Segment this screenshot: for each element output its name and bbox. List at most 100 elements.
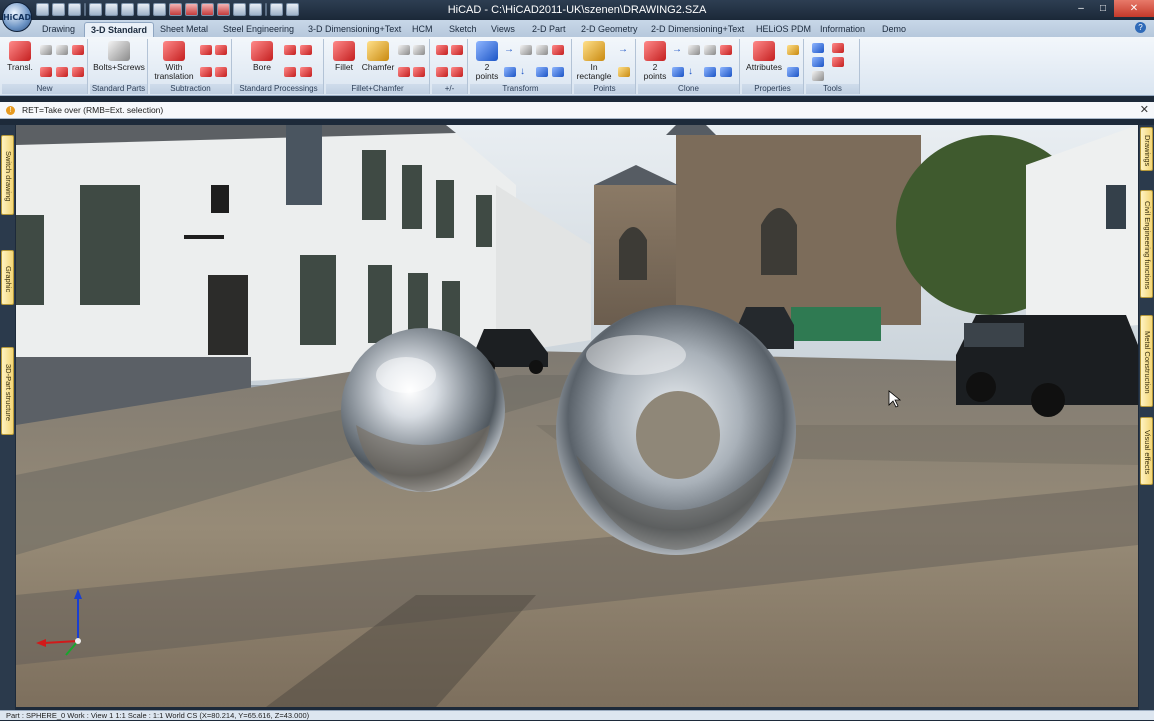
intersect-icon[interactable] <box>215 45 227 55</box>
align-icon[interactable] <box>536 67 548 77</box>
subtract-icon[interactable] <box>200 45 212 55</box>
tab-2d-dimensioning-text[interactable]: 2-D Dimensioning+Text <box>651 22 744 37</box>
dock-tab-graphic[interactable]: Graphic <box>1 250 14 305</box>
face-icon[interactable] <box>413 45 425 55</box>
move-icon <box>476 41 498 61</box>
difference-icon[interactable] <box>451 67 463 77</box>
tools-check-icon[interactable] <box>832 43 844 53</box>
groove-icon[interactable] <box>284 67 296 77</box>
tab-information[interactable]: Information <box>820 22 865 37</box>
chamfer-button[interactable]: Chamfer <box>360 41 396 72</box>
tab-sketch[interactable]: Sketch <box>449 22 477 37</box>
chrome-torus[interactable] <box>556 305 796 555</box>
group-label-plus-minus: +/- <box>432 84 467 94</box>
tab-helios-pdm[interactable]: HELiOS PDM <box>756 22 811 37</box>
bolts-screws-button[interactable]: Bolts+Screws <box>92 41 146 72</box>
transform-2-points-label-2: points <box>475 71 499 81</box>
fillet-button[interactable]: Fillet <box>328 41 360 72</box>
tools-measure-icon[interactable] <box>812 43 824 53</box>
tab-3d-dimensioning-text[interactable]: 3-D Dimensioning+Text <box>308 22 401 37</box>
attributes-button[interactable]: Attributes <box>744 41 784 72</box>
group-plus-minus: +/- <box>432 39 468 94</box>
axis-icon[interactable] <box>520 45 532 55</box>
tab-2d-geometry[interactable]: 2-D Geometry <box>581 22 638 37</box>
split-icon[interactable] <box>215 67 227 77</box>
rotate-icon[interactable] <box>72 45 84 55</box>
bore-button[interactable]: Bore <box>246 41 278 72</box>
mirror-icon[interactable] <box>536 45 548 55</box>
part-icon[interactable] <box>40 45 52 55</box>
maximize-button[interactable]: □ <box>1092 0 1114 17</box>
rectangle-points-icon <box>583 41 605 61</box>
attributes-label: Attributes <box>746 62 782 72</box>
tools-grid-icon[interactable] <box>812 57 824 67</box>
clone-rotate-icon[interactable] <box>720 45 732 55</box>
remove-icon[interactable] <box>451 45 463 55</box>
variable-fillet-icon[interactable] <box>398 67 410 77</box>
slot-icon[interactable] <box>300 67 312 77</box>
group-label-standard-processings: Standard Processings <box>234 84 323 94</box>
in-rectangle-button[interactable]: In rectangle <box>574 41 614 81</box>
close-button[interactable]: ✕ <box>1114 0 1154 17</box>
box-icon[interactable] <box>40 67 52 77</box>
tab-drawing[interactable]: Drawing <box>42 22 75 37</box>
copy-part-icon[interactable] <box>56 45 68 55</box>
tab-demo[interactable]: Demo <box>882 22 906 37</box>
dock-tab-3d-part-structure[interactable]: 3D-Part structure <box>1 347 14 435</box>
clone-scale-icon[interactable] <box>720 67 732 77</box>
clone-axis-icon[interactable] <box>688 45 700 55</box>
dock-tab-drawings[interactable]: Drawings <box>1140 127 1153 171</box>
group-label-fillet-chamfer: Fillet+Chamfer <box>326 84 429 94</box>
tools-snap-icon[interactable] <box>832 57 844 67</box>
tab-hcm[interactable]: HCM <box>412 22 433 37</box>
group-label-transform: Transform <box>470 84 571 94</box>
add-icon[interactable] <box>436 45 448 55</box>
properties-icon[interactable] <box>787 67 799 77</box>
cut-icon[interactable] <box>200 67 212 77</box>
blend-icon[interactable] <box>413 67 425 77</box>
right-dock: Drawings Civil Engineering functions Met… <box>1139 125 1154 710</box>
3d-viewport[interactable] <box>16 125 1138 707</box>
cylinder-icon[interactable] <box>56 67 68 77</box>
rotate-part-icon[interactable] <box>552 45 564 55</box>
clone-2-points-button[interactable]: 2 points <box>640 41 670 81</box>
pocket-icon[interactable] <box>300 45 312 55</box>
cone-icon[interactable] <box>72 67 84 77</box>
tab-steel-engineering[interactable]: Steel Engineering <box>223 22 294 37</box>
transl-button[interactable]: Transl. <box>5 41 35 72</box>
with-translation-button[interactable]: With translation <box>152 41 196 81</box>
group-subtraction: With translation Subtraction <box>150 39 232 94</box>
arrow-right-icon[interactable]: → <box>504 45 516 55</box>
tab-3d-standard[interactable]: 3-D Standard <box>84 22 155 37</box>
point-grid-icon[interactable] <box>618 67 630 77</box>
union-icon[interactable] <box>436 67 448 77</box>
clone-rotate-axis-icon[interactable] <box>672 67 684 77</box>
dock-tab-civil-engineering[interactable]: Civil Engineering functions <box>1140 190 1153 298</box>
point-arrow-icon[interactable]: → <box>618 45 630 55</box>
rotate-axis-icon[interactable] <box>504 67 516 77</box>
group-label-points: Points <box>574 84 635 94</box>
tab-2d-part[interactable]: 2-D Part <box>532 22 566 37</box>
edge-icon[interactable] <box>398 45 410 55</box>
scale-icon[interactable] <box>552 67 564 77</box>
ribbon: Transl. New Bolts+Screws Standard Parts … <box>0 37 1154 96</box>
tab-views[interactable]: Views <box>491 22 515 37</box>
tab-sheet-metal[interactable]: Sheet Metal <box>160 22 208 37</box>
thread-icon[interactable] <box>284 45 296 55</box>
dock-tab-visual-effects[interactable]: Visual effects <box>1140 417 1153 485</box>
clone-down-icon[interactable]: ↓ <box>688 67 700 77</box>
clone-mirror-icon[interactable] <box>704 45 716 55</box>
clone-align-icon[interactable] <box>704 67 716 77</box>
clone-arrow-icon[interactable]: → <box>672 45 684 55</box>
help-icon[interactable]: ? <box>1135 22 1146 33</box>
application-menu-button[interactable]: HiCAD <box>2 2 32 32</box>
with-translation-label-2: translation <box>154 71 194 81</box>
minimize-button[interactable]: – <box>1070 0 1092 17</box>
transform-2-points-button[interactable]: 2 points <box>472 41 502 81</box>
dock-tab-switch-drawing[interactable]: Switch drawing <box>1 135 14 215</box>
arrow-down-icon[interactable]: ↓ <box>520 67 532 77</box>
dock-tab-metal-construction[interactable]: Metal Construction <box>1140 315 1153 407</box>
close-prompt-icon[interactable]: ✕ <box>1140 103 1149 116</box>
lock-icon[interactable] <box>787 45 799 55</box>
tools-wrench-icon[interactable] <box>812 71 824 81</box>
